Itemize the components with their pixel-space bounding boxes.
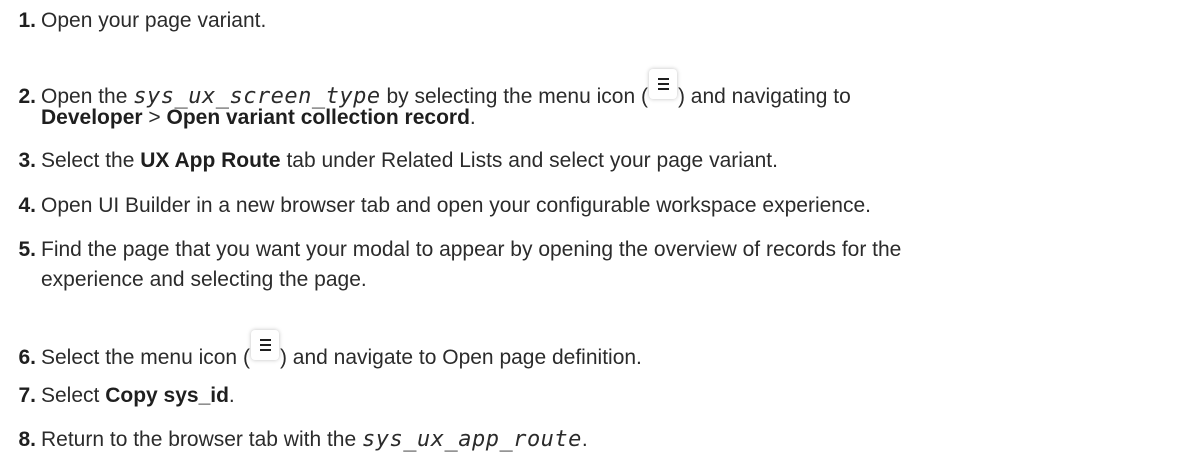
period: . [581,428,588,451]
step-text: ) and navigate to Open page definition. [279,346,642,369]
step-4: 4. Open UI Builder in a new browser tab a… [0,193,871,219]
menu-icon [648,69,677,99]
step-number: 2. [18,85,36,108]
period: . [469,106,476,129]
step-3: 3. Select the UX App Route tab under Rela… [0,148,778,174]
step-1: 1. Open your page variant. [0,8,266,34]
step-text: Open your page variant. [41,9,267,32]
step-number: 7. [18,384,36,407]
step-text: Select [41,384,106,407]
step-7: 7. Select Copy sys_id. [0,383,235,409]
step-5: 5. Find the page that you want your modal… [0,237,901,263]
step-text: Select the menu icon ( [41,346,250,369]
step-6: 6. Select the menu icon ( ) and navigate t… [0,330,642,371]
step-number: 8. [18,428,36,451]
instruction-steps: 1. Open your page variant. 2. Open the sys… [0,0,1194,473]
ux-app-route-label: UX App Route [140,149,281,172]
step-number: 3. [18,149,36,172]
separator: > [142,106,167,129]
open-variant-collection-label: Open variant collection record [166,106,470,129]
developer-label: Developer [41,106,143,129]
step-text: Find the page that you want your modal t… [41,238,902,261]
step-text: experience and selecting the page. [41,268,367,291]
copy-sys-id-label: Copy sys_id [105,384,229,407]
step-text: Select the [41,149,141,172]
menu-icon [250,330,279,360]
step-text: Return to the browser tab with the [41,428,362,451]
code-sys-ux-app-route: sys_ux_app_route [362,427,582,452]
step-number: 6. [18,346,36,369]
step-text: ) and navigating to [677,85,851,108]
step-8: 8. Return to the browser tab with the sys… [0,427,588,453]
step-text: Open UI Builder in a new browser tab and… [41,194,871,217]
period: . [228,384,235,407]
step-2-continued: Developer > Open variant collection reco… [41,105,476,131]
step-number: 4. [18,194,36,217]
step-number: 1. [18,9,36,32]
step-5-continued: experience and selecting the page. [41,267,367,293]
step-number: 5. [18,238,36,261]
step-text: tab under Related Lists and select your … [280,149,778,172]
